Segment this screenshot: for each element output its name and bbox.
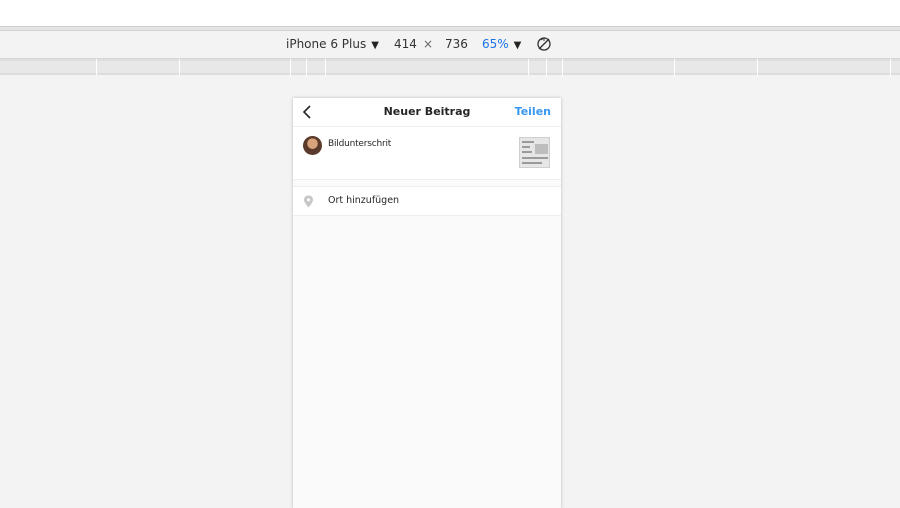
times-sign: ×	[423, 37, 434, 51]
phone-viewport: Neuer Beitrag Teilen Bildunterschrit Ort…	[293, 98, 561, 508]
height-input[interactable]: 736	[445, 37, 468, 52]
zoom-value: 65%	[482, 37, 509, 51]
ruler-tick	[890, 59, 891, 75]
ruler-tick	[528, 59, 529, 75]
ruler-tick	[179, 59, 180, 75]
caption-input[interactable]: Bildunterschrit	[328, 139, 391, 149]
device-name: iPhone 6 Plus	[286, 37, 367, 51]
ruler-bar	[0, 61, 900, 73]
location-pin-icon	[304, 195, 313, 208]
add-location-row[interactable]: Ort hinzufügen	[293, 186, 561, 216]
ruler-tick	[325, 59, 326, 75]
avatar	[303, 136, 322, 155]
rotate-icon[interactable]	[536, 36, 552, 52]
chevron-down-icon: ▼	[371, 40, 379, 51]
chevron-down-icon: ▼	[513, 40, 522, 51]
ruler-tick	[306, 59, 307, 75]
post-thumbnail	[519, 137, 550, 168]
ruler-tick	[546, 59, 547, 75]
ruler-tick	[757, 59, 758, 75]
ruler-tick	[674, 59, 675, 75]
ruler-tick	[290, 59, 291, 75]
share-button[interactable]: Teilen	[515, 105, 551, 118]
phone-header: Neuer Beitrag Teilen	[293, 98, 561, 127]
browser-top-strip	[0, 0, 900, 27]
ruler-tick	[562, 59, 563, 75]
media-query-ruler[interactable]	[0, 59, 900, 75]
width-input[interactable]: 414	[394, 37, 417, 52]
add-location-label: Ort hinzufügen	[328, 195, 400, 206]
zoom-select[interactable]: 65% ▼	[482, 37, 521, 53]
ruler-tick	[96, 59, 97, 75]
device-select[interactable]: iPhone 6 Plus ▼	[286, 37, 379, 53]
device-toolbar: iPhone 6 Plus ▼ 414 × 736 65% ▼	[0, 31, 900, 59]
caption-row: Bildunterschrit	[293, 127, 561, 180]
